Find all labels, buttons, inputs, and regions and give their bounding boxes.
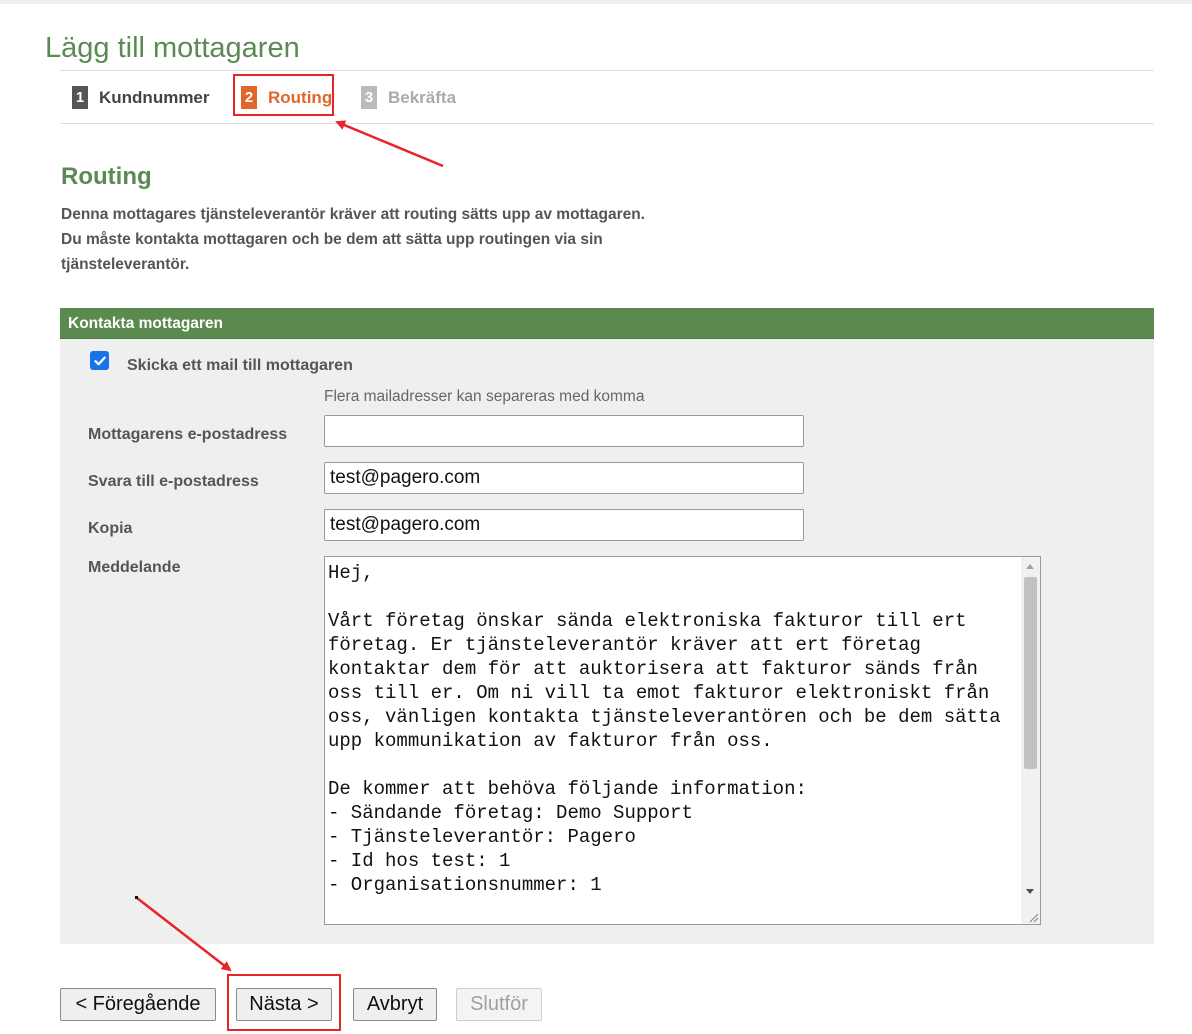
annotation-highlight-next-button [227, 974, 341, 1031]
wizard-steps: 1 Kundnummer 2 Routing 3 Bekräfta [60, 70, 1154, 124]
step-label: Kundnummer [99, 87, 210, 107]
section-title: Routing [61, 162, 152, 190]
recipient-email-label: Mottagarens e-postadress [88, 426, 288, 443]
top-bar [0, 0, 1192, 4]
step-kundnummer[interactable]: 1 Kundnummer [72, 86, 210, 109]
message-scrollbar[interactable] [1021, 557, 1040, 924]
scroll-down-arrow-icon[interactable] [1021, 883, 1040, 901]
routing-description: Denna mottagares tjänsteleverantör kräve… [61, 205, 645, 273]
page-title: Lägg till mottagaren [45, 32, 300, 65]
send-mail-label: Skicka ett mail till mottagaren [127, 357, 353, 374]
contact-recipient-panel: Kontakta mottagaren Skicka ett mail till… [60, 308, 1154, 944]
copy-input[interactable] [324, 509, 804, 541]
resize-grip-icon[interactable] [1025, 909, 1039, 923]
message-label: Meddelande [88, 559, 181, 576]
message-textarea[interactable]: Hej, Vårt företag önskar sända elektroni… [325, 557, 1021, 924]
send-mail-checkbox[interactable] [90, 351, 110, 371]
annotation-arrow-to-routing [335, 120, 444, 168]
scroll-up-arrow-icon[interactable] [1021, 557, 1040, 575]
previous-button[interactable]: < Föregående [60, 988, 216, 1021]
panel-header: Kontakta mottagaren [60, 308, 1154, 339]
reply-to-input[interactable] [324, 462, 804, 494]
message-box: Hej, Vårt företag önskar sända elektroni… [324, 556, 1041, 925]
cancel-button[interactable]: Avbryt [353, 988, 437, 1021]
reply-to-label: Svara till e-postadress [88, 473, 259, 490]
scrollbar-thumb[interactable] [1024, 577, 1037, 769]
copy-label: Kopia [88, 520, 133, 537]
email-hint: Flera mailadresser kan separeras med kom… [324, 388, 645, 405]
annotation-highlight-routing-step [233, 74, 334, 116]
checkbox-checked-icon [90, 351, 109, 370]
step-bekrafta: 3 Bekräfta [361, 86, 456, 109]
finish-button: Slutför [456, 988, 542, 1021]
step-number: 3 [361, 86, 377, 109]
step-label: Bekräfta [388, 87, 457, 107]
recipient-email-input[interactable] [324, 415, 804, 447]
step-number: 1 [72, 86, 88, 109]
